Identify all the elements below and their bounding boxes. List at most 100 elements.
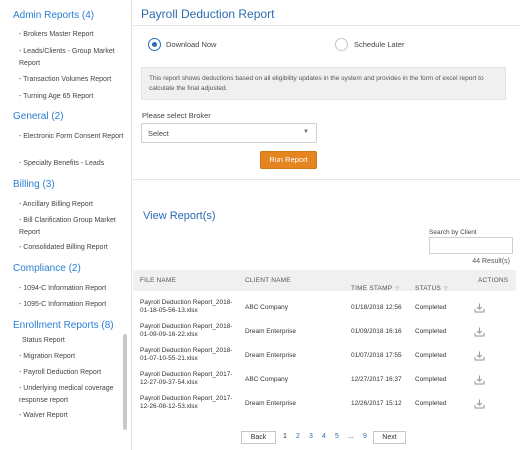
- sidebar-group-admin-reports[interactable]: Admin Reports (4): [13, 10, 94, 21]
- pagination-ellipsis: ...: [348, 433, 354, 440]
- time-stamp-cell: 12/26/2017 15:12: [351, 400, 402, 407]
- sidebar-group-general[interactable]: General (2): [13, 111, 64, 122]
- status-cell: Completed: [415, 304, 447, 311]
- sidebar-item-label: Status Report: [22, 337, 65, 344]
- status-cell: Completed: [415, 328, 447, 335]
- broker-select-label: Please select Broker: [142, 111, 211, 120]
- column-header-time-stamp-label: TIME STAMP: [351, 285, 393, 292]
- sidebar-item-label: Ancillary Billing Report: [22, 201, 93, 208]
- sidebar-item-underlying-medical-coverage-response-report[interactable]: - Underlying medical coverage response r…: [19, 383, 127, 406]
- table-header: FILE NAME CLIENT NAME TIME STAMP ▽ STATUS…: [133, 270, 516, 292]
- sidebar-item-electronic-form-consent-report[interactable]: - Electronic Form Consent Report: [19, 131, 127, 143]
- sidebar-item-label: Waiver Report: [23, 412, 68, 419]
- sidebar-group-billing[interactable]: Billing (3): [13, 179, 55, 190]
- file-name-cell: Payroll Deduction Report_2018- 01-09-09-1…: [140, 323, 240, 339]
- file-name-line2: 12-26-08-12-53.xlsx: [140, 403, 198, 410]
- sidebar-item-1095c-information-report[interactable]: - 1095-C Information Report: [19, 299, 127, 311]
- status-cell: Completed: [415, 352, 447, 359]
- sidebar-item-consolidated-billing-report[interactable]: - Consolidated Billing Report: [19, 242, 127, 254]
- page-1-link[interactable]: 1: [283, 433, 287, 440]
- file-name-line1: Payroll Deduction Report_2018-: [140, 299, 233, 306]
- sidebar-scrollbar[interactable]: [123, 334, 127, 430]
- sidebar-item-1094c-information-report[interactable]: - 1094-C Information Report: [19, 283, 127, 295]
- client-name-cell: Dream Enterprise: [245, 400, 296, 407]
- table-row: Payroll Deduction Report_2018- 01-07-10-5…: [133, 347, 516, 371]
- pagination: Back 1 2 3 4 5 ... 9 Next: [133, 431, 520, 445]
- sidebar-item-leads-clients-group-market-report[interactable]: - Leads/Clients - Group Market Report: [19, 46, 127, 69]
- search-by-client-label: Search by Client: [429, 229, 477, 236]
- view-reports-title: View Report(s): [143, 210, 216, 222]
- run-report-button[interactable]: Run Report: [260, 151, 317, 169]
- sidebar-item-turning-age-65-report[interactable]: - Turning Age 65 Report: [19, 91, 127, 103]
- sidebar-item-status-report[interactable]: Status Report: [22, 335, 130, 347]
- column-header-client-name[interactable]: CLIENT NAME: [245, 277, 291, 284]
- download-icon[interactable]: [474, 375, 485, 385]
- sidebar-item-label: Transaction Volumes Report: [23, 76, 112, 83]
- sidebar-item-waiver-report[interactable]: - Waiver Report: [19, 410, 127, 422]
- next-button[interactable]: Next: [373, 431, 406, 444]
- sidebar-item-transaction-volumes-report[interactable]: - Transaction Volumes Report: [19, 74, 127, 86]
- sidebar-item-label: Bill Clarification Group Market Report: [19, 217, 116, 236]
- file-name-cell: Payroll Deduction Report_2018- 01-07-10-5…: [140, 347, 240, 363]
- sidebar-item-label: Electronic Form Consent Report: [23, 133, 124, 140]
- download-icon[interactable]: [474, 399, 485, 409]
- broker-select[interactable]: Select ▼: [141, 123, 317, 143]
- page-2-link[interactable]: 2: [296, 433, 300, 440]
- file-name-cell: Payroll Deduction Report_2018- 01-18-05-5…: [140, 299, 240, 315]
- column-header-actions: ACTIONS: [478, 277, 509, 284]
- download-now-label[interactable]: Download Now: [166, 40, 216, 49]
- column-header-status[interactable]: STATUS ▽: [415, 277, 448, 295]
- search-by-client-input[interactable]: [429, 237, 513, 254]
- download-icon[interactable]: [474, 303, 485, 313]
- file-name-cell: Payroll Deduction Report_2017- 12-26-08-1…: [140, 395, 240, 411]
- back-button[interactable]: Back: [241, 431, 276, 444]
- file-name-line2: 12-27-09-37-54.xlsx: [140, 379, 198, 386]
- page-5-link[interactable]: 5: [335, 433, 339, 440]
- divider: [133, 179, 520, 180]
- column-header-file-name[interactable]: FILE NAME: [140, 277, 176, 284]
- page-9-link[interactable]: 9: [363, 433, 367, 440]
- file-name-line2: 01-09-09-16-22.xlsx: [140, 331, 198, 338]
- time-stamp-cell: 01/18/2018 12:56: [351, 304, 402, 311]
- sort-down-icon: ▽: [395, 286, 400, 292]
- column-header-status-label: STATUS: [415, 285, 441, 292]
- table-row: Payroll Deduction Report_2017- 12-27-09-3…: [133, 371, 516, 395]
- sidebar-item-label: Consolidated Billing Report: [23, 244, 108, 251]
- file-name-line1: Payroll Deduction Report_2018-: [140, 347, 233, 354]
- time-stamp-cell: 01/07/2018 17:55: [351, 352, 402, 359]
- sidebar-item-label: Migration Report: [23, 353, 76, 360]
- sidebar-item-label: Underlying medical coverage response rep…: [19, 385, 114, 404]
- main-content: Payroll Deduction Report Download Now Sc…: [133, 0, 520, 450]
- sidebar-item-bill-clarification-group-market-report[interactable]: - Bill Clarification Group Market Report: [19, 215, 127, 238]
- table-row: Payroll Deduction Report_2017- 12-26-08-1…: [133, 395, 516, 419]
- file-name-line1: Payroll Deduction Report_2017-: [140, 395, 233, 402]
- table-row: Payroll Deduction Report_2018- 01-09-09-1…: [133, 323, 516, 347]
- page-4-link[interactable]: 4: [322, 433, 326, 440]
- client-name-cell: Dream Enterprise: [245, 328, 296, 335]
- sidebar-item-brokers-master-report[interactable]: - Brokers Master Report: [19, 29, 127, 41]
- client-name-cell: ABC Company: [245, 304, 288, 311]
- download-icon[interactable]: [474, 351, 485, 361]
- sidebar-item-migration-report[interactable]: - Migration Report: [19, 351, 127, 363]
- download-now-radio[interactable]: [148, 38, 161, 51]
- sidebar-item-ancillary-billing-report[interactable]: - Ancillary Billing Report: [19, 199, 127, 211]
- status-cell: Completed: [415, 376, 447, 383]
- sort-down-icon: ▽: [443, 286, 448, 292]
- sidebar-item-label: Payroll Deduction Report: [23, 369, 102, 376]
- schedule-later-radio[interactable]: [335, 38, 348, 51]
- sidebar-item-specialty-benefits-leads[interactable]: - Specialty Benefits - Leads: [19, 158, 127, 170]
- table-row: Payroll Deduction Report_2018- 01-18-05-5…: [133, 299, 516, 323]
- page-title: Payroll Deduction Report: [141, 7, 275, 21]
- sidebar-item-label: Leads/Clients - Group Market Report: [19, 48, 115, 67]
- schedule-later-label[interactable]: Schedule Later: [354, 40, 404, 49]
- file-name-cell: Payroll Deduction Report_2017- 12-27-09-3…: [140, 371, 240, 387]
- info-text: This report shows deductions based on al…: [149, 75, 484, 92]
- back-button-label: Back: [250, 434, 267, 441]
- download-icon[interactable]: [474, 327, 485, 337]
- sidebar-group-enrollment-reports[interactable]: Enrollment Reports (8): [13, 320, 114, 331]
- sidebar-group-compliance[interactable]: Compliance (2): [13, 263, 81, 274]
- page-3-link[interactable]: 3: [309, 433, 313, 440]
- column-header-time-stamp[interactable]: TIME STAMP ▽: [351, 277, 399, 295]
- client-name-cell: ABC Company: [245, 376, 288, 383]
- sidebar-item-payroll-deduction-report[interactable]: - Payroll Deduction Report: [19, 367, 127, 379]
